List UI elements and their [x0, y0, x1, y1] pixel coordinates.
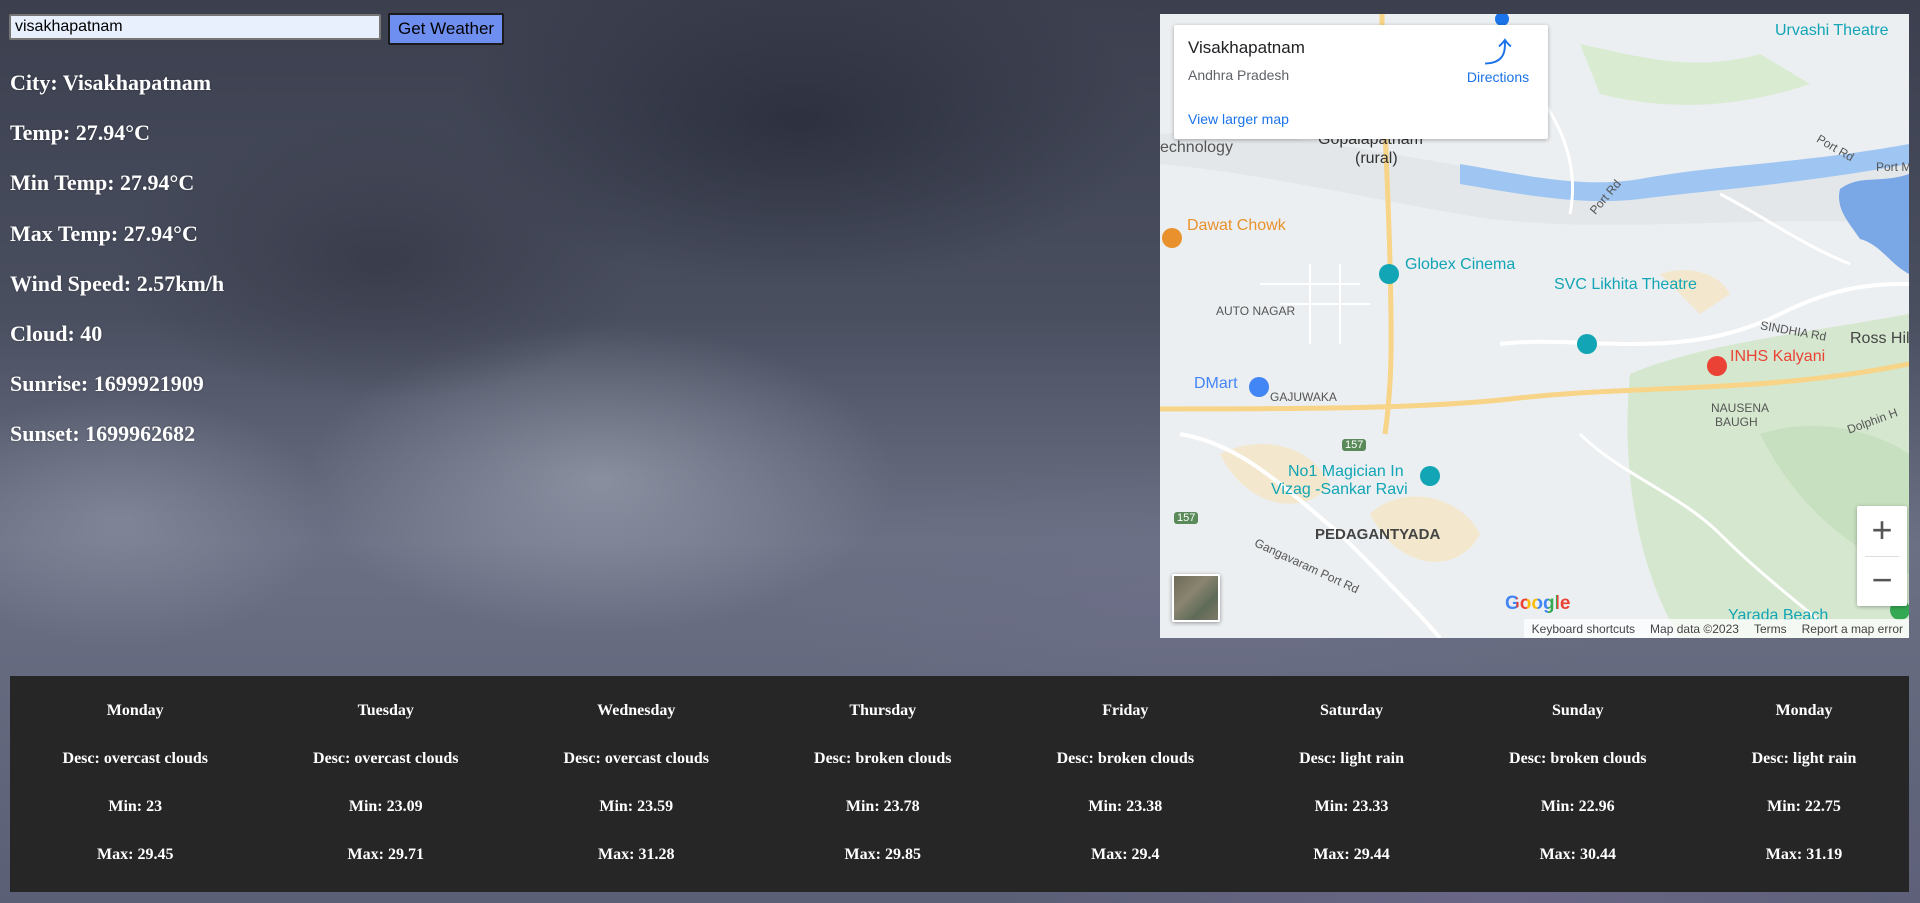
search-bar: Get Weather — [9, 13, 505, 45]
max-temp-text: Max Temp: 27.94°C — [10, 220, 198, 246]
forecast-desc: Desc: broken clouds — [1509, 750, 1647, 767]
forecast-min: Min: 22.75 — [1767, 798, 1841, 815]
forecast-day: Monday Desc: light rain Min: 22.75 Max: … — [1752, 676, 1857, 892]
map-label-inhs-kalyani[interactable]: INHS Kalyani — [1730, 348, 1825, 366]
forecast-desc: Desc: light rain — [1299, 750, 1404, 767]
zoom-divider — [1865, 556, 1899, 557]
view-larger-map-link[interactable]: View larger map — [1188, 111, 1289, 127]
forecast-max: Max: 30.44 — [1539, 846, 1616, 863]
forecast-min: Min: 23.33 — [1314, 798, 1389, 815]
city-text: City: Visakhapatnam — [10, 70, 212, 95]
forecast-panel: Monday Desc: overcast clouds Min: 23 Max… — [10, 676, 1909, 892]
forecast-day-name: Saturday — [1319, 702, 1384, 719]
map-label-route-157[interactable]: 157 — [1342, 439, 1367, 451]
forecast-max: Max: 31.28 — [598, 846, 675, 863]
forecast-desc: Desc: broken clouds — [814, 750, 952, 767]
map-label-baugh[interactable]: BAUGH — [1715, 415, 1758, 429]
sunset-text: Sunset: 1699962682 — [10, 421, 196, 447]
forecast-day-name: Monday — [106, 702, 164, 719]
forecast-max: Max: 31.19 — [1765, 846, 1843, 863]
map-label-urvashi[interactable]: Urvashi Theatre — [1775, 22, 1889, 40]
map-footer: Keyboard shortcuts Map data ©2023 Terms … — [1523, 619, 1909, 638]
get-weather-button[interactable]: Get Weather — [388, 13, 505, 45]
forecast-day: Friday Desc: broken clouds Min: 23.38 Ma… — [1057, 676, 1195, 892]
forecast-max: Max: 29.4 — [1091, 846, 1160, 863]
forecast-day: Saturday Desc: light rain Min: 23.33 Max… — [1299, 676, 1404, 892]
map-label-route-157-b[interactable]: 157 — [1174, 512, 1199, 524]
directions-icon: ⤴ — [1483, 37, 1512, 68]
sunrise-text: Sunrise: 1699921909 — [10, 371, 204, 397]
map-label-pedagantyada[interactable]: PEDAGANTYADA — [1315, 526, 1440, 543]
map-label-svc-likhita[interactable]: SVC Likhita Theatre — [1554, 276, 1697, 294]
forecast-max: Max: 29.71 — [347, 846, 424, 863]
forecast-day-name: Thursday — [849, 702, 917, 719]
zoom-in-button[interactable]: + — [1857, 506, 1907, 556]
forecast-day-name: Friday — [1102, 702, 1149, 719]
map-label-technology[interactable]: echnology — [1160, 139, 1233, 157]
map-label-ross-hill[interactable]: Ross Hill — [1850, 330, 1909, 348]
forecast-min: Min: 23.59 — [599, 798, 674, 815]
map-label-auto-nagar[interactable]: AUTO NAGAR — [1216, 304, 1295, 318]
city-search-input[interactable] — [9, 14, 381, 40]
forecast-day-name: Tuesday — [357, 702, 414, 719]
forecast-day-name: Sunday — [1551, 702, 1604, 719]
forecast-max: Max: 29.44 — [1313, 846, 1390, 863]
forecast-desc: Desc: overcast clouds — [313, 750, 459, 767]
forecast-desc: Desc: overcast clouds — [563, 750, 709, 767]
forecast-day: Tuesday Desc: overcast clouds Min: 23.09… — [313, 676, 458, 892]
map-data-text: Map data ©2023 — [1650, 621, 1739, 636]
map-label-dawat-chowk[interactable]: Dawat Chowk — [1187, 217, 1286, 235]
zoom-control: + − — [1857, 506, 1907, 606]
directions-label: Directions — [1466, 69, 1530, 85]
terms-link[interactable]: Terms — [1754, 622, 1787, 636]
map-label-rural[interactable]: (rural) — [1355, 150, 1398, 168]
forecast-min: Min: 22.96 — [1540, 798, 1615, 815]
map-label-globex-cinema[interactable]: Globex Cinema — [1405, 256, 1515, 274]
map-label-nausena[interactable]: NAUSENA — [1711, 401, 1769, 415]
cloud-text: Cloud: 40 — [10, 320, 103, 346]
forecast-max: Max: 29.85 — [844, 846, 921, 863]
forecast-min: Min: 23.78 — [845, 798, 920, 815]
forecast-day-name: Monday — [1775, 702, 1833, 719]
temp-text: Temp: 27.94°C — [10, 120, 150, 146]
directions-button[interactable]: ⤴ Directions — [1458, 37, 1538, 85]
satellite-toggle-button[interactable] — [1172, 574, 1220, 622]
map-place-region: Andhra Pradesh — [1188, 67, 1290, 83]
current-weather-panel: City: Visakhapatnam Temp: 27.94°C Min Te… — [10, 70, 224, 472]
forecast-desc: Desc: broken clouds — [1056, 750, 1195, 767]
wind-speed-text: Wind Speed: 2.57km/h — [10, 270, 225, 296]
forecast-day: Thursday Desc: broken clouds Min: 23.78 … — [814, 676, 952, 892]
min-temp-text: Min Temp: 27.94°C — [10, 170, 195, 196]
map-label-port-m[interactable]: Port M — [1876, 160, 1909, 174]
forecast-day: Monday Desc: overcast clouds Min: 23 Max… — [63, 676, 208, 892]
google-logo-text: Google — [1505, 593, 1571, 614]
keyboard-shortcuts-link[interactable]: Keyboard shortcuts — [1532, 622, 1635, 636]
map-place-name: Visakhapatnam — [1188, 38, 1305, 57]
map-label-sankar-ravi[interactable]: Vizag -Sankar Ravi — [1271, 481, 1408, 499]
forecast-max: Max: 29.45 — [97, 846, 174, 863]
map-place-card: Visakhapatnam Andhra Pradesh View larger… — [1174, 25, 1548, 139]
map-label-dmart[interactable]: DMart — [1194, 375, 1238, 393]
embedded-map[interactable]: Urvashi Theatre Gopalapatnam (rural) ech… — [1160, 14, 1909, 638]
forecast-desc: Desc: overcast clouds — [62, 750, 208, 767]
forecast-day: Wednesday Desc: overcast clouds Min: 23.… — [564, 676, 709, 892]
zoom-out-button[interactable]: − — [1857, 556, 1907, 606]
report-map-error-link[interactable]: Report a map error — [1802, 622, 1903, 636]
map-label-magician[interactable]: No1 Magician In — [1288, 463, 1404, 481]
google-logo: Google — [1505, 593, 1570, 615]
forecast-min: Min: 23.38 — [1088, 798, 1163, 815]
forecast-day: Sunday Desc: broken clouds Min: 22.96 Ma… — [1509, 676, 1647, 892]
forecast-desc: Desc: light rain — [1751, 750, 1857, 767]
forecast-day-name: Wednesday — [597, 702, 676, 719]
forecast-min: Min: 23.09 — [348, 798, 423, 815]
map-label-gajuwaka[interactable]: GAJUWAKA — [1270, 390, 1337, 404]
forecast-min: Min: 23 — [108, 798, 163, 815]
